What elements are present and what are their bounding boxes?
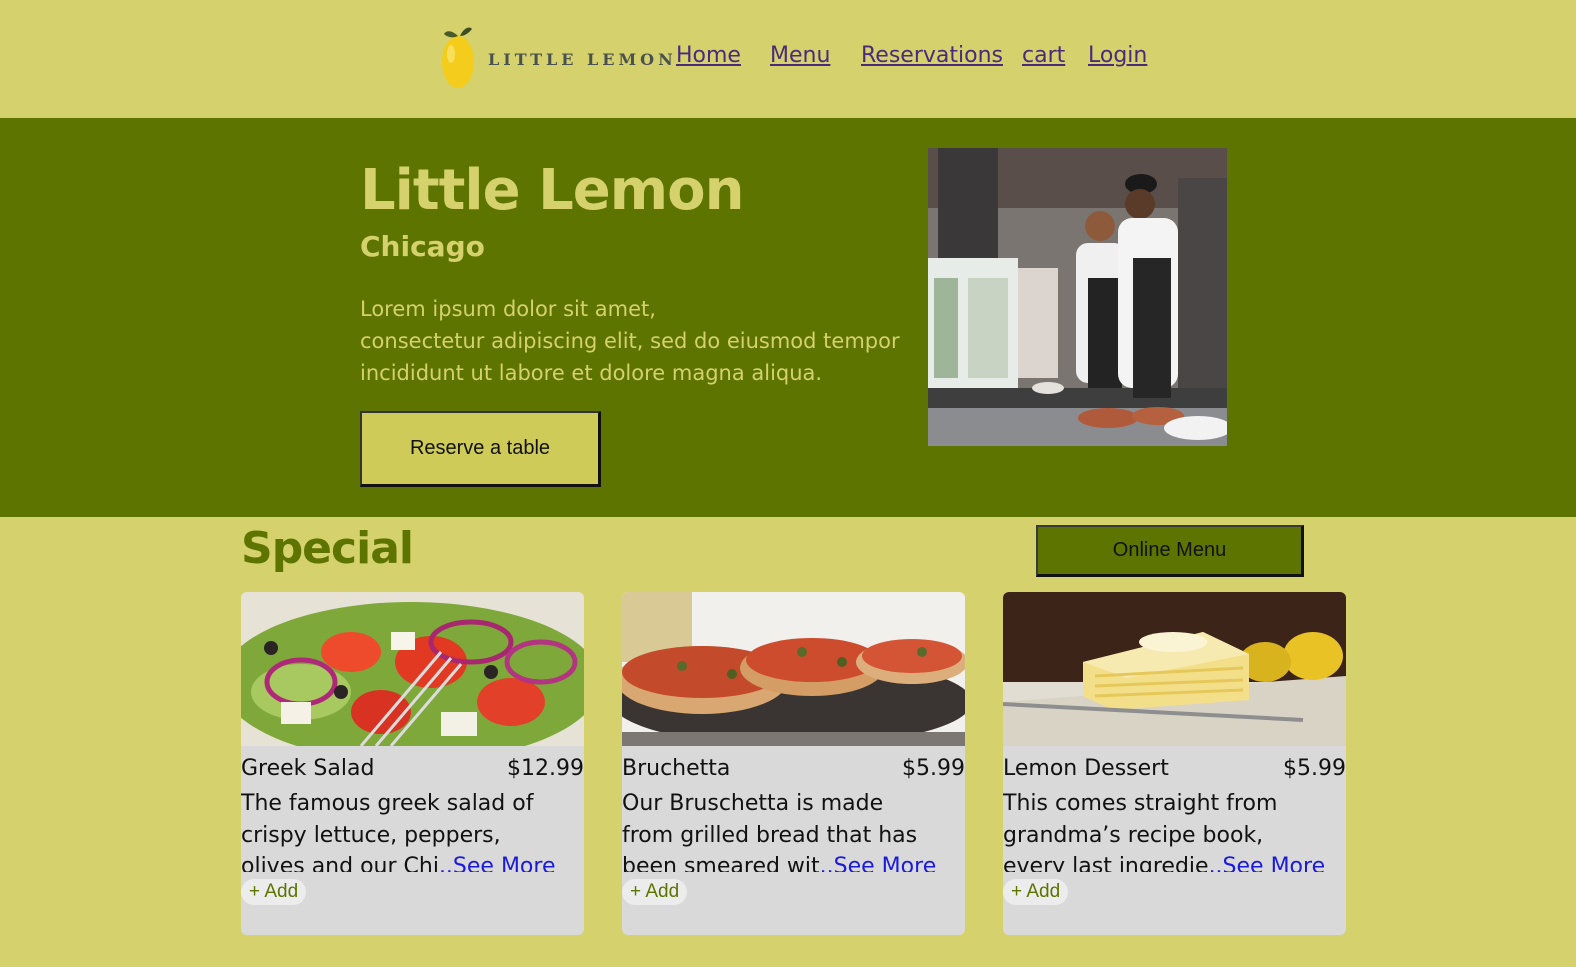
description-line: olives and our Chi..See More	[241, 851, 584, 872]
add-to-cart-button[interactable]: + Add	[241, 879, 307, 905]
lemon-dessert-image	[1003, 592, 1346, 746]
menu-item-name: Greek Salad	[241, 756, 375, 781]
menu-item-description: Our Bruschetta is made from grilled brea…	[622, 788, 965, 872]
menu-item-price: $5.99	[1283, 756, 1346, 781]
description-line: This comes straight from	[1003, 791, 1278, 816]
logo[interactable]: LITTLE LEMON	[438, 24, 673, 92]
nav-menu[interactable]: Menu	[770, 43, 830, 68]
description-text: been smeared wit	[622, 854, 820, 872]
hero-subtitle: Chicago	[360, 230, 485, 263]
online-menu-button[interactable]: Online Menu	[1036, 525, 1304, 577]
lemon-logo-icon	[442, 27, 474, 88]
description-line: been smeared wit..See More	[622, 851, 965, 872]
description-text: every last ingredie	[1003, 854, 1209, 872]
greek-salad-image	[241, 592, 584, 746]
menu-item-price: $5.99	[902, 756, 965, 781]
hero-description-line: incididunt ut labore et dolore magna ali…	[360, 361, 823, 385]
description-line: every last ingredie..See More	[1003, 851, 1346, 872]
description-line: crispy lettuce, peppers,	[241, 822, 501, 848]
see-more-link[interactable]: ..See More	[1209, 854, 1326, 872]
menu-card-greek-salad: Greek Salad $12.99 The famous greek sala…	[241, 592, 584, 935]
menu-item-price: $12.99	[507, 756, 584, 781]
hero-description-line: consectetur adipiscing elit, sed do eius…	[360, 329, 900, 353]
add-to-cart-button[interactable]: + Add	[622, 879, 688, 905]
see-more-link[interactable]: ..See More	[820, 854, 937, 872]
description-line: from grilled bread that has	[622, 822, 918, 848]
hero-section: Little Lemon Chicago Lorem ipsum dolor s…	[0, 118, 1576, 517]
hero-title: Little Lemon	[360, 158, 744, 223]
chefs-cooking-image	[928, 148, 1227, 446]
nav-cart[interactable]: cart	[1022, 43, 1065, 68]
description-line: The famous greek salad of	[241, 791, 534, 816]
menu-item-name: Lemon Dessert	[1003, 756, 1169, 781]
reserve-table-button[interactable]: Reserve a table	[360, 411, 601, 487]
nav-reservations[interactable]: Reservations	[861, 43, 1003, 68]
hero-description-line: Lorem ipsum dolor sit amet,	[360, 297, 656, 321]
bruschetta-image	[622, 592, 965, 746]
menu-item-name: Bruchetta	[622, 756, 731, 781]
add-to-cart-button[interactable]: + Add	[1003, 879, 1069, 905]
see-more-link[interactable]: ..See More	[439, 854, 556, 872]
specials-title: Special	[241, 523, 414, 574]
description-line: grandma’s recipe book,	[1003, 822, 1264, 848]
description-text: olives and our Chi	[241, 854, 439, 872]
description-line: Our Bruschetta is made	[622, 791, 884, 816]
hero-description: Lorem ipsum dolor sit amet, consectetur …	[360, 293, 920, 389]
site-header: LITTLE LEMON Home Menu Reservations cart…	[0, 0, 1576, 118]
nav-home[interactable]: Home	[676, 43, 741, 68]
menu-card-lemon-dessert: Lemon Dessert $5.99 This comes straight …	[1003, 592, 1346, 935]
logo-text: LITTLE LEMON	[488, 50, 677, 69]
menu-item-description: This comes straight from grandma’s recip…	[1003, 788, 1346, 872]
menu-card-bruchetta: Bruchetta $5.99 Our Bruschetta is made f…	[622, 592, 965, 935]
menu-item-description: The famous greek salad of crispy lettuce…	[241, 788, 584, 872]
nav-login[interactable]: Login	[1088, 43, 1147, 68]
